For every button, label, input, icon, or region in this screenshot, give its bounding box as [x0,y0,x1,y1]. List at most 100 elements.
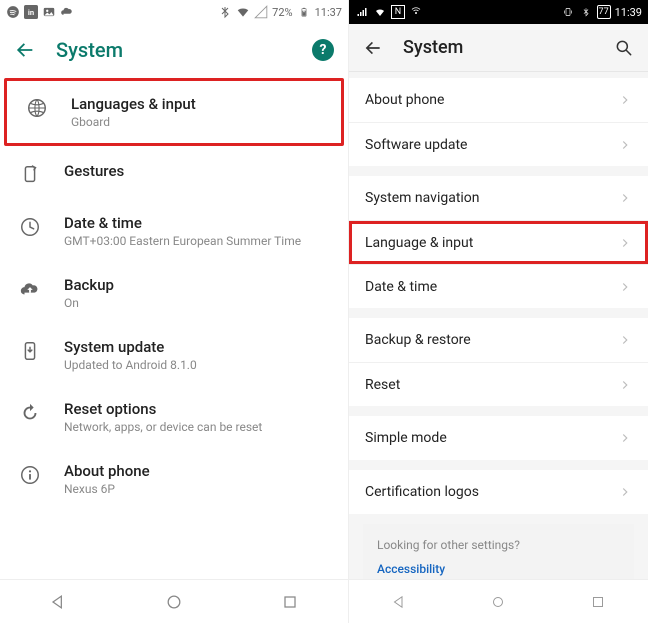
nav-bar-right [349,579,648,623]
row-backup[interactable]: Backup On [0,262,348,324]
battery-box-icon: 77 [597,5,611,19]
status-time: 11:39 [615,6,642,19]
vibrate-icon [561,5,575,19]
row-subtitle: Network, apps, or device can be reset [64,420,330,434]
arrow-left-icon [14,39,36,61]
row-reset[interactable]: Reset [349,362,648,406]
row-title: About phone [64,462,330,480]
chevron-right-icon [618,93,632,107]
page-title: System [403,37,463,58]
row-title: Languages & input [71,95,323,113]
row-title: Reset [365,377,618,393]
row-subtitle: Nexus 6P [64,482,330,496]
row-about-phone[interactable]: About phone [349,78,648,122]
help-button[interactable]: ? [312,39,334,61]
system-update-icon [19,340,41,362]
row-title: Date & time [64,214,330,232]
signal-icon [254,5,268,19]
circle-home-icon [489,593,507,611]
bluetooth-icon [218,5,232,19]
group-nav-lang-date: System navigation Language & input Date … [349,176,648,308]
settings-list-right: About phone Software update System navig… [349,72,648,579]
back-button[interactable] [363,38,383,58]
phone-stock-android: in 72% 11:37 [0,0,349,623]
chevron-right-icon [618,280,632,294]
nav-back-button[interactable] [48,592,68,612]
nav-recent-button[interactable] [280,592,300,612]
row-system-navigation[interactable]: System navigation [349,176,648,220]
row-simple-mode[interactable]: Simple mode [349,416,648,460]
chevron-right-icon [618,431,632,445]
nav-home-button[interactable] [489,593,507,611]
row-title: Backup [64,276,330,294]
row-subtitle: On [64,296,330,310]
row-subtitle: Updated to Android 8.1.0 [64,358,330,372]
chevron-right-icon [618,333,632,347]
row-title: Gestures [64,162,330,180]
cloud-upload-icon [19,278,41,300]
row-date-time[interactable]: Date & time GMT+03:00 Eastern European S… [0,200,348,262]
nav-recent-button[interactable] [589,593,607,611]
footer-other-settings: Looking for other settings? Accessibilit… [363,524,634,579]
row-title: Certification logos [365,484,618,500]
chevron-right-icon [618,485,632,499]
row-languages-input[interactable]: Languages & input Gboard [7,81,341,143]
group-certification: Certification logos [349,470,648,514]
row-title: System update [64,338,330,356]
row-software-update[interactable]: Software update [349,122,648,166]
back-button[interactable] [14,39,36,61]
row-title: About phone [365,92,618,108]
row-title: Backup & restore [365,332,618,348]
chevron-right-icon [618,378,632,392]
row-backup-restore[interactable]: Backup & restore [349,318,648,362]
row-title: Software update [365,137,618,153]
nfc-icon: N [391,5,405,19]
row-about-phone[interactable]: About phone Nexus 6P [0,448,348,510]
settings-list-left: Languages & input Gboard Gestures [0,76,348,579]
phone-emui: N 77 11:39 System About phone [349,0,648,623]
clock-icon [19,216,41,238]
group-about: About phone Software update [349,78,648,166]
cloud-icon [60,5,74,19]
battery-icon [297,5,311,19]
globe-icon [26,97,48,119]
row-certification-logos[interactable]: Certification logos [349,470,648,514]
reset-icon [19,402,41,424]
row-title: Language & input [365,235,618,251]
triangle-back-icon [48,592,68,612]
arrow-left-icon [363,38,383,58]
svg-text:in: in [28,8,34,17]
group-simple-mode: Simple mode [349,416,648,460]
row-subtitle: GMT+03:00 Eastern European Summer Time [64,234,330,248]
page-title: System [56,38,123,62]
row-title: Simple mode [365,430,618,446]
gestures-icon [19,164,41,186]
nav-home-button[interactable] [164,592,184,612]
row-gestures[interactable]: Gestures [0,148,348,200]
info-icon [19,464,41,486]
accessibility-link[interactable]: Accessibility [377,562,620,576]
square-recent-icon [280,592,300,612]
status-time: 11:37 [315,6,342,19]
bluetooth-icon [579,5,593,19]
row-subtitle: Gboard [71,115,323,129]
chevron-right-icon [618,236,632,250]
nav-bar-left [0,579,348,623]
row-title: System navigation [365,190,618,206]
search-button[interactable] [614,38,634,58]
wifi-icon [373,5,387,19]
nav-back-button[interactable] [390,593,408,611]
row-title: Date & time [365,279,618,295]
hotspot-icon [409,5,423,19]
square-recent-icon [589,593,607,611]
header-left: System ? [0,24,348,76]
row-language-input[interactable]: Language & input [349,220,648,264]
highlight-languages-input: Languages & input Gboard [4,78,344,146]
signal-icon [355,5,369,19]
battery-percent: 72% [272,6,292,19]
status-bar-left: in 72% 11:37 [0,0,348,24]
row-date-time[interactable]: Date & time [349,264,648,308]
search-icon [614,38,634,58]
row-reset-options[interactable]: Reset options Network, apps, or device c… [0,386,348,448]
row-system-update[interactable]: System update Updated to Android 8.1.0 [0,324,348,386]
